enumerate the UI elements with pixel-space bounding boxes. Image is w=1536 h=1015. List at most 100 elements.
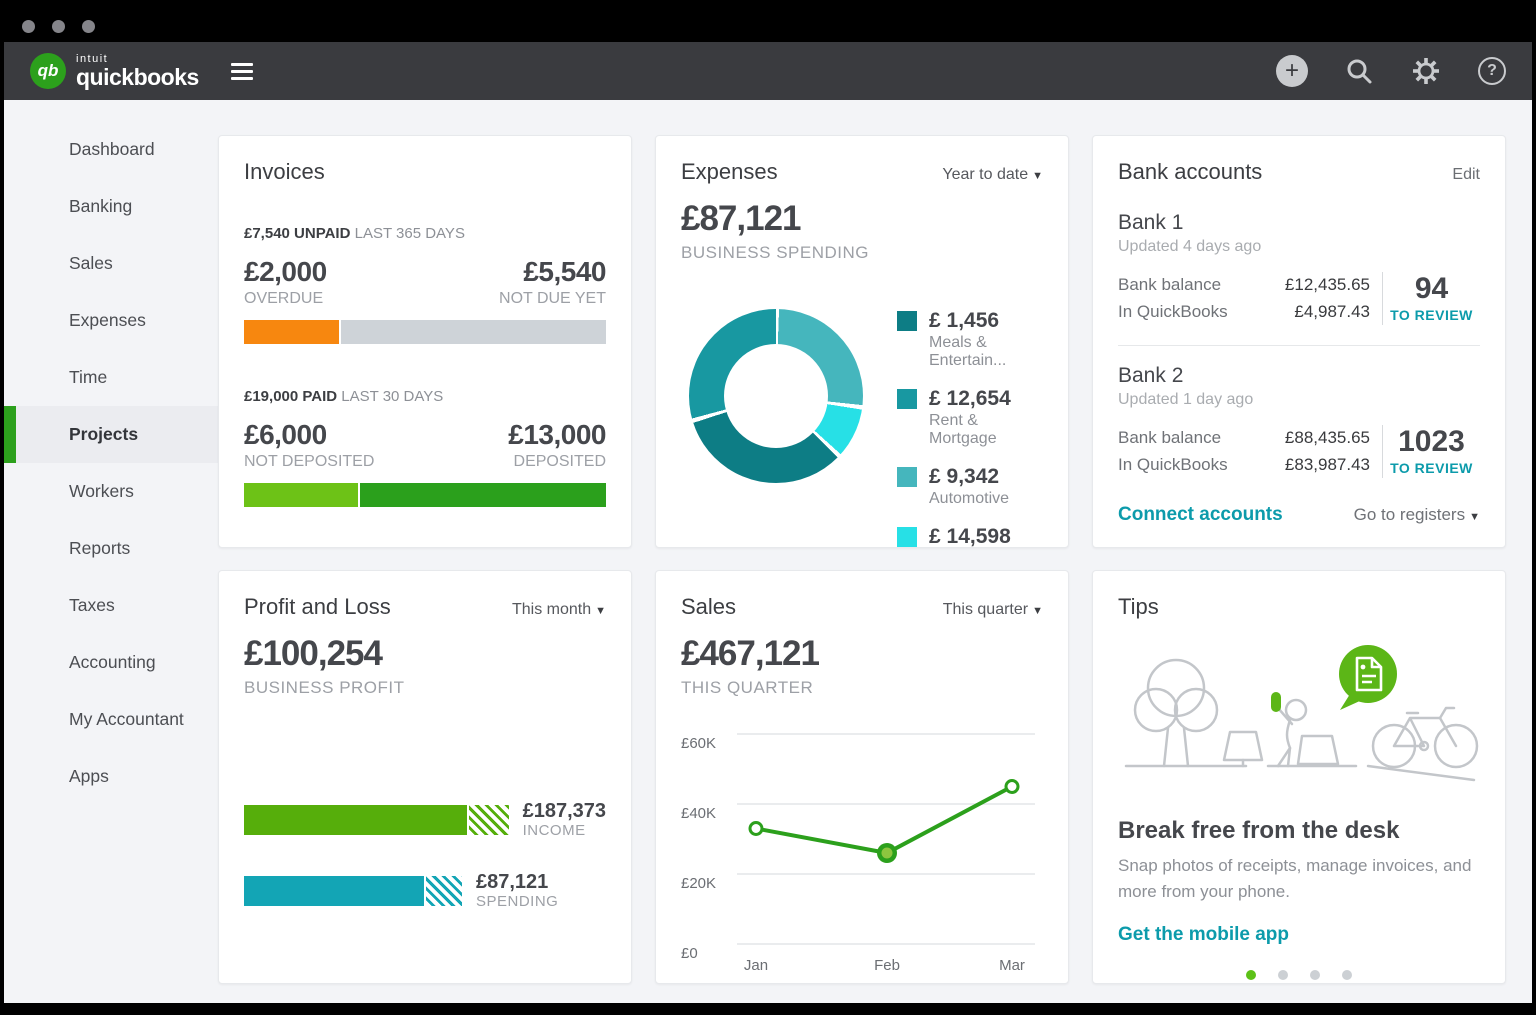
- sidebar-item-expenses[interactable]: Expenses: [4, 292, 218, 349]
- tips-body: Snap photos of receipts, manage invoices…: [1118, 853, 1478, 904]
- sales-range-dropdown[interactable]: This quarter▼: [943, 601, 1043, 619]
- menu-icon[interactable]: [231, 63, 253, 80]
- window-close-button[interactable]: [22, 20, 35, 33]
- overdue-amount: £2,000: [244, 256, 327, 288]
- sidebar-item-taxes[interactable]: Taxes: [4, 577, 218, 634]
- expenses-range-dropdown[interactable]: Year to date▼: [942, 166, 1043, 184]
- sidebar-item-projects[interactable]: Projects: [4, 406, 218, 463]
- legend-item: £ 1,456Meals & Entertain...: [897, 309, 1043, 370]
- chevron-down-icon: ▼: [1032, 170, 1043, 182]
- bank-updated: Updated 1 day ago: [1118, 391, 1480, 409]
- bank-name: Bank 1: [1118, 211, 1480, 235]
- deposited-amount: £13,000: [508, 419, 606, 451]
- legend-swatch: [897, 527, 917, 547]
- profit-amount: £100,254: [244, 634, 606, 674]
- income-bar[interactable]: [244, 805, 467, 835]
- expenses-legend: £ 1,456Meals & Entertain... £ 12,654Rent…: [897, 309, 1043, 548]
- sidebar-item-workers[interactable]: Workers: [4, 463, 218, 520]
- quickbooks-wordmark: quickbooks: [76, 66, 199, 89]
- bank-name: Bank 2: [1118, 364, 1480, 388]
- bank1-to-review[interactable]: 94 TO REVIEW: [1382, 272, 1480, 325]
- dashboard-grid: Invoices £7,540 UNPAID LAST 365 DAYS £2,…: [218, 100, 1532, 1003]
- paid-summary: £19,000 PAID LAST 30 DAYS: [244, 388, 606, 405]
- expenses-subtitle: BUSINESS SPENDING: [681, 243, 1043, 263]
- app-header: qb intuit quickbooks + ?: [4, 42, 1532, 100]
- carousel-dot[interactable]: [1278, 970, 1288, 980]
- get-mobile-app-link[interactable]: Get the mobile app: [1118, 924, 1289, 946]
- sales-card: Sales This quarter▼ £467,121 THIS QUARTE…: [655, 570, 1069, 984]
- legend-item: £ 14,598Travel Expenses: [897, 525, 1043, 548]
- bank-updated: Updated 4 days ago: [1118, 238, 1480, 256]
- spending-bar-row: £87,121 SPENDING: [244, 871, 606, 910]
- edit-link[interactable]: Edit: [1452, 166, 1480, 184]
- income-bar-hatch: [469, 805, 508, 835]
- not-due-label: NOT DUE YET: [499, 290, 606, 308]
- carousel-dot[interactable]: [1246, 970, 1256, 980]
- sidebar-item-time[interactable]: Time: [4, 349, 218, 406]
- bank-accounts-title: Bank accounts: [1118, 159, 1262, 185]
- profit-loss-card: Profit and Loss This month▼ £100,254 BUS…: [218, 570, 632, 984]
- sidebar-item-accounting[interactable]: Accounting: [4, 634, 218, 691]
- window-titlebar: [0, 0, 1536, 42]
- spending-bar[interactable]: [244, 876, 424, 906]
- deposited-segment: [360, 483, 606, 507]
- invoices-title: Invoices: [244, 159, 325, 185]
- legend-swatch: [897, 311, 917, 331]
- not-deposited-label: NOT DEPOSITED: [244, 453, 374, 471]
- sidebar: Dashboard Banking Sales Expenses Time Pr…: [4, 100, 218, 1003]
- profit-subtitle: BUSINESS PROFIT: [244, 678, 606, 698]
- sidebar-item-banking[interactable]: Banking: [4, 178, 218, 235]
- spending-label: SPENDING: [476, 893, 558, 910]
- expenses-card: Expenses Year to date▼ £87,121 BUSINESS …: [655, 135, 1069, 548]
- bank-accounts-card: Bank accounts Edit Bank 1 Updated 4 days…: [1092, 135, 1506, 548]
- tips-title: Tips: [1118, 594, 1159, 620]
- connect-accounts-link[interactable]: Connect accounts: [1118, 504, 1283, 526]
- help-icon[interactable]: ?: [1478, 57, 1506, 85]
- bank-balance-value: £12,435.65: [1285, 272, 1370, 298]
- expenses-amount: £87,121: [681, 199, 1043, 239]
- bank2-to-review[interactable]: 1023 TO REVIEW: [1382, 425, 1480, 478]
- sidebar-item-sales[interactable]: Sales: [4, 235, 218, 292]
- sales-title: Sales: [681, 594, 736, 620]
- go-to-registers-dropdown[interactable]: Go to registers▼: [1354, 505, 1480, 525]
- window-controls: [22, 20, 95, 33]
- svg-text:£0: £0: [681, 945, 698, 962]
- sidebar-item-my-accountant[interactable]: My Accountant: [4, 691, 218, 748]
- legend-swatch: [897, 389, 917, 409]
- paid-bar[interactable]: [244, 483, 606, 507]
- sales-amount: £467,121: [681, 634, 1043, 674]
- svg-text:£20K: £20K: [681, 875, 716, 892]
- sales-line-chart[interactable]: £60K£40K£20K£0JanFebMar: [681, 716, 1045, 974]
- window-zoom-button[interactable]: [82, 20, 95, 33]
- legend-item: £ 12,654Rent & Mortgage: [897, 387, 1043, 448]
- profit-loss-range-dropdown[interactable]: This month▼: [512, 601, 606, 619]
- not-deposited-segment: [244, 483, 358, 507]
- qb-logo-icon: qb: [30, 53, 66, 89]
- in-quickbooks-value: £4,987.43: [1294, 299, 1370, 325]
- window-minimize-button[interactable]: [52, 20, 65, 33]
- svg-text:£40K: £40K: [681, 805, 716, 822]
- tips-illustration: [1118, 636, 1482, 794]
- app-window: qb intuit quickbooks + ?: [0, 0, 1536, 1015]
- carousel-dot[interactable]: [1342, 970, 1352, 980]
- not-due-amount: £5,540: [499, 256, 606, 288]
- expenses-donut-chart[interactable]: [689, 309, 863, 483]
- sidebar-item-reports[interactable]: Reports: [4, 520, 218, 577]
- svg-text:Feb: Feb: [874, 957, 900, 974]
- spending-amount: £87,121: [476, 871, 558, 893]
- income-label: INCOME: [523, 822, 606, 839]
- expenses-title: Expenses: [681, 159, 778, 185]
- sidebar-item-apps[interactable]: Apps: [4, 748, 218, 805]
- content-area: Dashboard Banking Sales Expenses Time Pr…: [4, 100, 1532, 1003]
- in-quickbooks-value: £83,987.43: [1285, 452, 1370, 478]
- unpaid-bar[interactable]: [244, 320, 606, 344]
- create-plus-icon[interactable]: +: [1276, 55, 1308, 87]
- sales-subtitle: THIS QUARTER: [681, 678, 1043, 698]
- search-icon[interactable]: [1344, 56, 1374, 86]
- not-deposited-amount: £6,000: [244, 419, 374, 451]
- gear-icon[interactable]: [1410, 55, 1442, 87]
- legend-swatch: [897, 467, 917, 487]
- carousel-dot[interactable]: [1310, 970, 1320, 980]
- svg-text:Mar: Mar: [999, 957, 1025, 974]
- sidebar-item-dashboard[interactable]: Dashboard: [4, 121, 218, 178]
